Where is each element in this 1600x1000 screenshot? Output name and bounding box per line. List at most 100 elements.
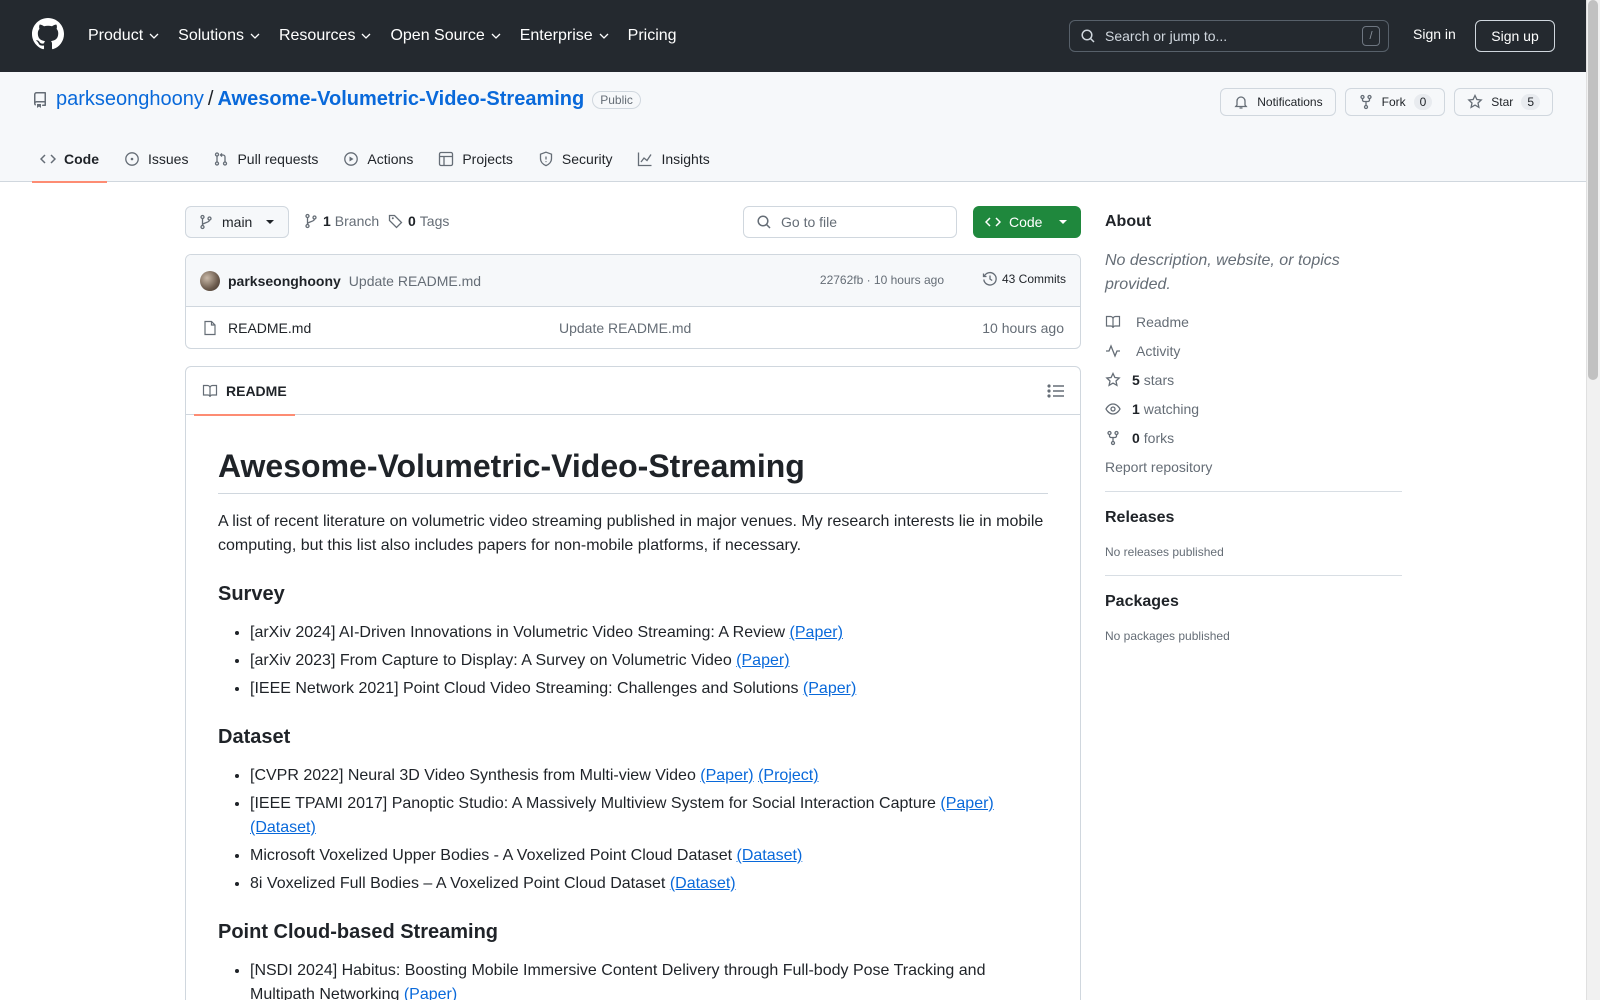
readme-link[interactable]: Readme [1105, 314, 1402, 330]
file-commit-message-link[interactable]: Update README.md [559, 320, 691, 336]
issue-icon [125, 152, 139, 166]
reference-link[interactable]: (Project) [758, 767, 818, 784]
file-name-link[interactable]: README.md [228, 320, 311, 336]
tag-icon [388, 214, 403, 229]
tab-actions[interactable]: Actions [335, 136, 421, 182]
eye-icon [1105, 403, 1121, 415]
branches-link[interactable]: 1 Branch [303, 213, 379, 229]
nav-resources[interactable]: Resources [279, 27, 372, 45]
readme-section-heading: Survey [218, 583, 285, 605]
reference-link[interactable]: (Dataset) [250, 819, 316, 836]
repo-header: parkseonghoony / Awesome-Volumetric-Vide… [0, 72, 1600, 183]
tab-issues[interactable]: Issues [116, 136, 196, 182]
shield-icon [539, 151, 553, 167]
readme-content: Awesome-Volumetric-Video-Streaming A lis… [186, 448, 1080, 1000]
commits-count: 43 Commits [1001, 272, 1066, 286]
releases-heading[interactable]: Releases [1105, 509, 1402, 527]
readme-tab-label: README [226, 383, 287, 399]
tab-insights[interactable]: Insights [629, 136, 717, 182]
github-logo-icon[interactable] [32, 18, 64, 50]
readme-header: README [186, 367, 1080, 416]
commit-message-link[interactable]: Update README.md [349, 273, 481, 289]
about-sidebar: About No description, website, or topics… [1105, 206, 1402, 643]
tab-actions-label: Actions [367, 151, 414, 167]
nav-enterprise[interactable]: Enterprise [520, 27, 610, 45]
search-shortcut-key: / [1362, 26, 1380, 46]
reference-link[interactable]: (Dataset) [670, 875, 736, 892]
list-item-text: [arXiv 2023] From Capture to Display: A … [250, 652, 737, 669]
readme-tab[interactable]: README [194, 367, 295, 416]
code-dropdown-button[interactable]: Code [973, 206, 1081, 238]
list-unordered-icon[interactable] [1046, 381, 1066, 401]
notifications-button[interactable]: Notifications [1220, 88, 1336, 116]
tab-pull-requests[interactable]: Pull requests [205, 136, 326, 182]
nav-pricing[interactable]: Pricing [628, 27, 677, 45]
global-search-input[interactable]: Search or jump to... / [1069, 20, 1389, 52]
scrollbar-thumb[interactable] [1588, 0, 1598, 380]
activity-link[interactable]: Activity [1105, 343, 1402, 359]
divider [1105, 491, 1402, 492]
stars-link[interactable]: 5 stars [1105, 372, 1402, 388]
star-count: 5 [1521, 94, 1540, 110]
list-item: [CVPR 2022] Neural 3D Video Synthesis fr… [250, 764, 1048, 788]
repo-actions: Notifications Fork 0 Star 5 [1211, 88, 1553, 116]
stars-stat-value: 5 [1132, 372, 1140, 388]
packages-heading[interactable]: Packages [1105, 593, 1402, 611]
fork-button[interactable]: Fork 0 [1344, 88, 1446, 116]
tab-projects-label: Projects [462, 151, 513, 167]
watching-link[interactable]: 1 watching [1105, 401, 1402, 417]
repo-title: parkseonghoony / Awesome-Volumetric-Vide… [32, 88, 641, 111]
reference-link[interactable]: (Paper) [803, 680, 856, 697]
tab-code-label: Code [64, 151, 99, 167]
nav-solutions[interactable]: Solutions [178, 27, 261, 45]
nav-open-source-label: Open Source [390, 27, 485, 44]
avatar[interactable] [200, 270, 220, 291]
pull-request-icon [215, 152, 228, 166]
list-item: [IEEE Network 2021] Point Cloud Video St… [250, 677, 1048, 701]
tab-security-label: Security [561, 151, 613, 167]
reference-link[interactable]: (Dataset) [736, 847, 802, 864]
reference-link[interactable]: (Paper) [736, 652, 789, 669]
star-icon [1467, 94, 1483, 109]
reference-link[interactable]: (Paper) [404, 986, 457, 1000]
chevron-down-icon [149, 33, 159, 39]
go-to-file-input[interactable]: Go to file [743, 206, 957, 238]
sign-up-button[interactable]: Sign up [1475, 20, 1555, 52]
repo-name-link[interactable]: Awesome-Volumetric-Video-Streaming [217, 88, 584, 111]
branch-selector[interactable]: main [185, 206, 289, 238]
tags-link[interactable]: 0 Tags [388, 213, 449, 229]
readme-sections: Survey [arXiv 2024] AI-Driven Innovations… [218, 583, 1048, 1000]
commit-author-link[interactable]: parkseonghoony [228, 273, 341, 289]
tag-label: Tags [419, 213, 450, 229]
chevron-down-icon [361, 33, 371, 39]
file-listing: parkseonghoony Update README.md 22762fb … [185, 254, 1081, 349]
global-header: Product Solutions Resources Open Source … [0, 0, 1600, 72]
watching-stat-value: 1 [1132, 401, 1140, 417]
tab-code[interactable]: Code [32, 136, 107, 183]
list-item: [NSDI 2024] Habitus: Boosting Mobile Imm… [250, 959, 1048, 1000]
list-item-text: [arXiv 2024] AI-Driven Innovations in Vo… [250, 624, 790, 641]
reference-link[interactable]: (Paper) [940, 795, 993, 812]
tab-security[interactable]: Security [530, 136, 621, 182]
table-icon [439, 151, 454, 167]
reference-link[interactable]: (Paper) [790, 624, 843, 641]
commit-hash-time[interactable]: 22762fb · 10 hours ago [820, 273, 944, 287]
list-item-text: [CVPR 2022] Neural 3D Video Synthesis fr… [250, 767, 701, 784]
tab-projects[interactable]: Projects [430, 136, 521, 182]
history-icon [982, 271, 997, 286]
repo-owner-link[interactable]: parkseonghoony [56, 88, 204, 111]
commits-link[interactable]: 43 Commits [982, 271, 1066, 287]
nav-open-source[interactable]: Open Source [390, 27, 501, 45]
readme-intro: A list of recent literature on volumetri… [218, 513, 1044, 554]
nav-product[interactable]: Product [88, 27, 160, 45]
graph-icon [638, 152, 653, 167]
star-button[interactable]: Star 5 [1454, 88, 1553, 116]
sign-in-link[interactable]: Sign in [1413, 26, 1456, 42]
readme-list: [CVPR 2022] Neural 3D Video Synthesis fr… [218, 764, 1048, 896]
reference-link[interactable]: (Paper) [700, 767, 753, 784]
page-scrollbar[interactable] [1586, 0, 1600, 1000]
list-item-text: [NSDI 2024] Habitus: Boosting Mobile Imm… [250, 962, 986, 1000]
list-item-text: 8i Voxelized Full Bodies – A Voxelized P… [250, 875, 670, 892]
forks-link[interactable]: 0 forks [1105, 430, 1402, 446]
report-repository-link[interactable]: Report repository [1105, 459, 1402, 475]
